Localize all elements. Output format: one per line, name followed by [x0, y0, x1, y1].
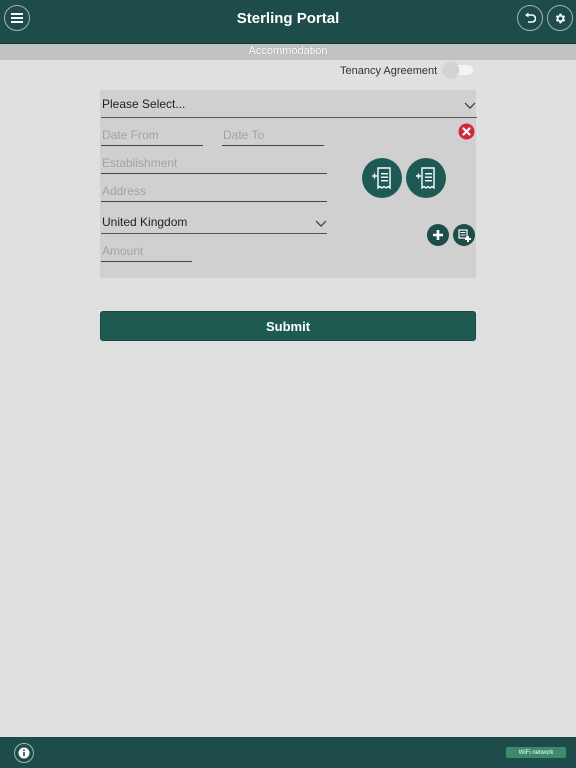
type-select[interactable]: Please Select...	[101, 95, 477, 118]
undo-icon	[525, 12, 536, 23]
address-placeholder: Address	[102, 184, 147, 198]
undo-button[interactable]	[517, 5, 543, 31]
add-receipt-button[interactable]	[362, 158, 402, 198]
chevron-down-icon	[464, 102, 476, 109]
add-receipt-button-2[interactable]	[406, 158, 446, 198]
chevron-down-icon	[315, 220, 327, 227]
establishment-field[interactable]: Establishment	[101, 152, 327, 174]
network-status-badge: WiFi network	[506, 747, 566, 758]
date-from-field[interactable]: Date From	[101, 124, 203, 146]
section-header: Accommodation	[0, 44, 576, 60]
add-receipt-icon	[416, 167, 435, 190]
date-to-field[interactable]: Date To	[222, 124, 324, 146]
tenancy-agreement-label: Tenancy Agreement	[340, 65, 438, 77]
add-list-icon	[457, 228, 471, 242]
date-to-placeholder: Date To	[223, 128, 265, 142]
country-value: United Kingdom	[102, 215, 188, 229]
accommodation-form-card: Please Select... Date From Date To Estab…	[100, 90, 477, 278]
add-list-button[interactable]	[453, 224, 475, 246]
gear-icon	[555, 13, 565, 23]
add-icon	[433, 230, 443, 240]
type-select-value: Please Select...	[102, 97, 186, 111]
info-button[interactable]	[14, 743, 34, 763]
remove-icon[interactable]	[458, 123, 475, 140]
top-bar: Sterling Portal	[0, 0, 576, 44]
country-select[interactable]: United Kingdom	[101, 212, 327, 234]
toggle-knob	[443, 62, 459, 78]
app-title: Sterling Portal	[236, 10, 340, 27]
tenancy-agreement-toggle[interactable]	[443, 62, 473, 78]
submit-button[interactable]: Submit	[100, 311, 476, 341]
address-field[interactable]: Address	[101, 180, 327, 202]
add-receipt-icon	[372, 167, 391, 190]
info-icon	[18, 747, 30, 759]
establishment-placeholder: Establishment	[102, 156, 178, 170]
date-from-placeholder: Date From	[102, 128, 159, 142]
bottom-bar: WiFi network	[0, 737, 576, 768]
section-title: Accommodation	[248, 45, 328, 57]
amount-field[interactable]: Amount	[101, 240, 192, 262]
settings-button[interactable]	[547, 5, 573, 31]
add-button[interactable]	[427, 224, 449, 246]
amount-placeholder: Amount	[102, 244, 144, 258]
